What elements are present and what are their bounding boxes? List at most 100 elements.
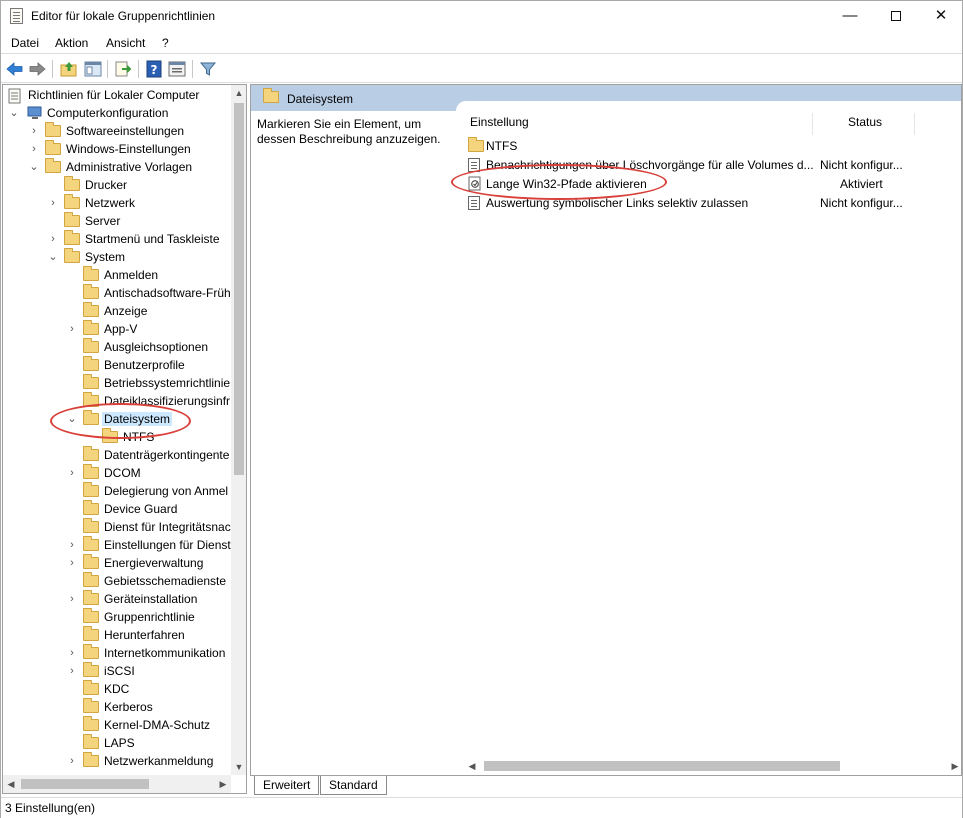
tree-item-internet-communication[interactable]: › Internetkommunikation [3,644,231,662]
tree-vertical-scrollbar[interactable]: ▲ ▼ [231,85,246,775]
tree-item-credentials-delegation[interactable]: Delegierung von Anmel [3,482,231,500]
scroll-right-icon[interactable]: ▶ [947,757,961,775]
tree-horizontal-scrollbar[interactable]: ◀ ▶ [3,775,231,793]
export-list-button[interactable] [113,59,133,79]
tree-item-shutdown[interactable]: Herunterfahren [3,626,231,644]
tree-item-disk-quotas[interactable]: Datenträgerkontingente [3,446,231,464]
tree-item-app-v[interactable]: › App-V [3,320,231,338]
chevron-right-icon[interactable]: › [28,124,40,138]
chevron-right-icon[interactable]: › [28,142,40,156]
tree-item-kernel-dma[interactable]: Kernel-DMA-Schutz [3,716,231,734]
details-title: Dateisystem [287,92,354,106]
tree-item-net-logon[interactable]: › Netzwerkanmeldung [3,752,231,770]
menu-help[interactable]: ? [162,36,169,50]
setting-status: Nicht konfigur... [820,196,903,210]
folder-icon [83,518,99,533]
tree-item-service-settings[interactable]: › Einstellungen für Dienst [3,536,231,554]
tree-item-windows-settings[interactable]: › Windows-Einstellungen [3,140,231,158]
chevron-down-icon[interactable]: ⌄ [8,106,20,120]
scrollbar-thumb[interactable] [484,761,840,771]
forward-button[interactable] [27,59,47,79]
help-button[interactable]: ? [144,59,164,79]
menu-ansicht[interactable]: Ansicht [106,36,145,50]
tree-item-system[interactable]: ⌄ System [3,248,231,266]
tree-item-admin-templates[interactable]: ⌄ Administrative Vorlagen [3,158,231,176]
tab-erweitert[interactable]: Erweitert [254,776,320,795]
tree-item-server[interactable]: Server [3,212,231,230]
tree-item-device-guard[interactable]: Device Guard [3,500,231,518]
chevron-right-icon[interactable]: › [66,538,78,552]
column-header-status[interactable]: Status [848,115,882,129]
scroll-up-icon[interactable]: ▲ [231,85,246,101]
scroll-right-icon[interactable]: ▶ [215,775,231,793]
tree-item-ausgleichsoptionen[interactable]: Ausgleichsoptionen [3,338,231,356]
view-tabs: Erweitert Standard [250,776,962,796]
tree-item-computer-config[interactable]: ⌄ Computerkonfiguration [3,104,231,122]
app-window: Editor für lokale Gruppenrichtlinien — ✕… [0,0,963,818]
tree-item-iscsi[interactable]: › iSCSI [3,662,231,680]
settings-list[interactable]: Einstellung Status NTFS Benachrichtigung… [456,101,961,775]
back-button[interactable] [5,59,25,79]
tree-item-anmelden[interactable]: Anmelden [3,266,231,284]
chevron-right-icon[interactable]: › [66,322,78,336]
toolbar-separator [107,60,108,78]
tree-item-power-management[interactable]: › Energieverwaltung [3,554,231,572]
tree-item-anzeige[interactable]: Anzeige [3,302,231,320]
tree-item-device-installation[interactable]: › Geräteinstallation [3,590,231,608]
menu-datei[interactable]: Datei [11,36,39,50]
folder-icon [83,734,99,749]
console-tree[interactable]: Richtlinien für Lokaler Computer ⌄ Compu… [2,84,247,794]
back-arrow-icon [6,62,23,76]
tab-standard[interactable]: Standard [320,776,387,795]
minimize-button[interactable]: — [827,1,873,32]
show-hide-tree-button[interactable] [83,59,103,79]
scrollbar-thumb[interactable] [234,103,244,475]
tree-item-group-policy[interactable]: Gruppenrichtlinie [3,608,231,626]
scroll-down-icon[interactable]: ▼ [231,759,246,775]
list-item[interactable]: NTFS [468,136,961,155]
chevron-down-icon[interactable]: ⌄ [28,160,40,174]
close-button[interactable]: ✕ [918,1,963,32]
chevron-right-icon[interactable]: › [66,466,78,480]
tree-item-os-policies[interactable]: Betriebssystemrichtlinie [3,374,231,392]
tree-item-software-settings[interactable]: › Softwareeinstellungen [3,122,231,140]
folder-icon [64,248,80,263]
tree-item-benutzerprofile[interactable]: Benutzerprofile [3,356,231,374]
menu-aktion[interactable]: Aktion [55,36,88,50]
folder-icon [45,140,61,155]
tree-item-laps[interactable]: LAPS [3,734,231,752]
chevron-right-icon[interactable]: › [47,196,59,210]
scroll-left-icon[interactable]: ◀ [3,775,19,793]
chevron-right-icon[interactable]: › [66,556,78,570]
chevron-right-icon[interactable]: › [47,232,59,246]
folder-icon [45,122,61,137]
maximize-button[interactable] [873,1,919,32]
tree-item-kdc[interactable]: KDC [3,680,231,698]
tree-item-network[interactable]: › Netzwerk [3,194,231,212]
column-divider[interactable] [812,113,813,135]
tree-item-local-computer-policy[interactable]: Richtlinien für Lokaler Computer [3,86,231,104]
scrollbar-thumb[interactable] [21,779,149,789]
scroll-left-icon[interactable]: ◀ [464,757,480,775]
list-horizontal-scrollbar[interactable]: ◀ ▶ [456,757,961,775]
title-bar: Editor für lokale Gruppenrichtlinien — ✕ [1,1,962,32]
column-header-setting[interactable]: Einstellung [470,115,529,129]
chevron-right-icon[interactable]: › [66,754,78,768]
tree-item-kerberos[interactable]: Kerberos [3,698,231,716]
folder-icon [83,590,99,605]
tree-item-health-attestation[interactable]: Dienst für Integritätsnac [3,518,231,536]
tree-item-start-menu[interactable]: › Startmenü und Taskleiste [3,230,231,248]
filter-button[interactable] [198,59,218,79]
chevron-right-icon[interactable]: › [66,664,78,678]
column-divider[interactable] [914,113,915,135]
up-folder-button[interactable] [59,59,79,79]
tree-item-antimalware[interactable]: Antischadsoftware-Früh [3,284,231,302]
properties-button[interactable] [167,59,187,79]
tree-item-printers[interactable]: Drucker [3,176,231,194]
chevron-down-icon[interactable]: ⌄ [47,250,59,264]
tree-item-locale-services[interactable]: Gebietsschemadienste [3,572,231,590]
toolbar: ? [1,55,962,83]
tree-item-dcom[interactable]: › DCOM [3,464,231,482]
chevron-right-icon[interactable]: › [66,592,78,606]
chevron-right-icon[interactable]: › [66,646,78,660]
